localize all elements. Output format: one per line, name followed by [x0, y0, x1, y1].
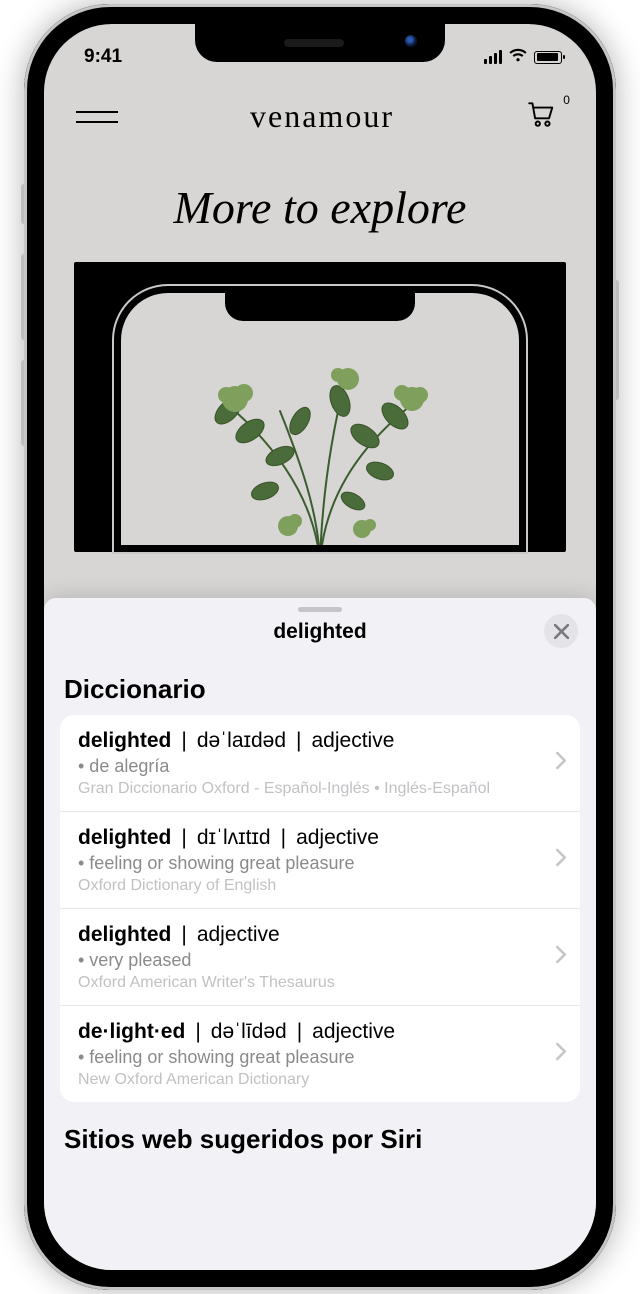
sheet-grabber[interactable] [298, 607, 342, 612]
front-camera-icon [405, 35, 417, 47]
siri-web-section-title: Sitios web sugeridos por Siri [44, 1102, 596, 1165]
notch [195, 24, 445, 62]
word: delighted [78, 729, 171, 753]
source: New Oxford American Dictionary [78, 1071, 536, 1089]
cellular-icon [484, 50, 503, 64]
wifi-icon [508, 46, 528, 68]
status-time: 9:41 [84, 46, 122, 68]
definition: • feeling or showing great pleasure [78, 1047, 536, 1068]
page-title: More to explore [44, 181, 596, 234]
ipa: dɪˈlʌɪtɪd [197, 826, 271, 850]
cart-badge: 0 [563, 93, 570, 107]
word: delighted [78, 923, 171, 947]
dict-entry[interactable]: de·light·ed | dəˈlīdəd | adjective • fee… [60, 1006, 580, 1102]
cart-button[interactable]: 0 [526, 99, 562, 135]
screen: 9:41 venamour 0 More to explore [44, 24, 596, 1270]
app-header: venamour 0 [44, 76, 596, 145]
battery-icon [534, 51, 562, 64]
chevron-right-icon [556, 946, 566, 969]
botanical-illustration [140, 351, 500, 545]
source: Gran Diccionario Oxford - Español-Inglés… [78, 780, 536, 798]
chevron-right-icon [556, 1043, 566, 1066]
pos: adjective [312, 1020, 395, 1044]
definition: • de alegría [78, 756, 536, 777]
menu-icon[interactable] [76, 111, 118, 123]
definition: • feeling or showing great pleasure [78, 853, 536, 874]
pos: adjective [312, 729, 395, 753]
dict-entry[interactable]: delighted | dəˈlaɪdəd | adjective • de a… [60, 715, 580, 812]
source: Oxford Dictionary of English [78, 877, 536, 895]
chevron-right-icon [556, 752, 566, 775]
sheet-title: delighted [44, 620, 596, 644]
chevron-right-icon [556, 849, 566, 872]
hero-banner[interactable] [74, 262, 566, 552]
dictionary-results-card: delighted | dəˈlaɪdəd | adjective • de a… [60, 715, 580, 1102]
hero-phone-mockup [114, 286, 526, 552]
dictionary-section-title: Diccionario [44, 662, 596, 715]
word: de·light·ed [78, 1020, 185, 1044]
dict-entry[interactable]: delighted | dɪˈlʌɪtɪd | adjective • feel… [60, 812, 580, 909]
ipa: dəˈlīdəd [211, 1020, 287, 1044]
pos: adjective [197, 923, 280, 947]
phone-frame: 9:41 venamour 0 More to explore [24, 4, 616, 1290]
dict-entry[interactable]: delighted | adjective • very pleased Oxf… [60, 909, 580, 1006]
lookup-sheet: delighted Diccionario delighted | dəˈlaɪ… [44, 598, 596, 1270]
source: Oxford American Writer's Thesaurus [78, 974, 536, 992]
ipa: dəˈlaɪdəd [197, 729, 286, 753]
brand-logo[interactable]: venamour [250, 98, 394, 135]
close-button[interactable] [544, 614, 578, 648]
pos: adjective [296, 826, 379, 850]
word: delighted [78, 826, 171, 850]
definition: • very pleased [78, 950, 536, 971]
